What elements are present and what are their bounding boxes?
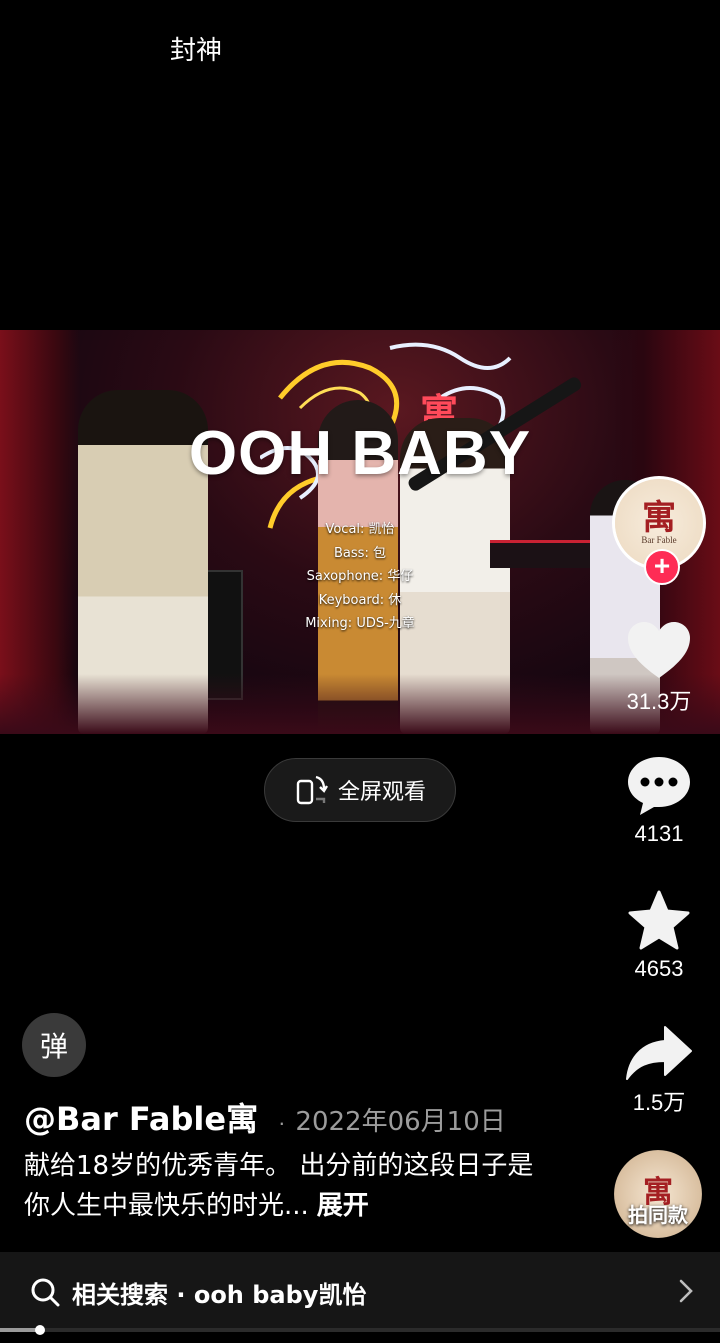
comment-icon <box>628 757 690 815</box>
post-description[interactable]: 献给18岁的优秀青年。 出分前的这段日子是你人生中最快乐的时光... 展开 <box>24 1146 544 1226</box>
post-meta: @Bar Fable寓 · 2022年06月10日 <box>24 1094 506 1140</box>
star-icon <box>628 890 690 950</box>
rotate-screen-icon <box>296 775 328 805</box>
credit-line: Saxophone: 华仔 <box>306 569 414 584</box>
credit-line: Keyboard: 休 <box>318 592 402 608</box>
video-credits: Vocal: 凯怡 Bass: 包 Saxophone: 华仔 Keyboard… <box>290 518 430 636</box>
shoot-same-button[interactable]: 寓 拍同款 <box>614 1150 702 1238</box>
fullscreen-label: 全屏观看 <box>337 780 426 805</box>
post-date: 2022年06月10日 <box>295 1107 506 1137</box>
related-search-label: 相关搜索 · ooh baby凯怡 <box>72 1280 367 1309</box>
playback-progress-bar[interactable] <box>0 1325 720 1335</box>
follow-button[interactable]: + <box>644 549 680 585</box>
related-search-bar[interactable]: 相关搜索 · ooh baby凯怡 <box>0 1252 720 1332</box>
creator-avatar[interactable]: 寓 Bar Fable + <box>612 476 706 585</box>
video-title: OOH BABY <box>188 419 532 488</box>
like-button[interactable]: 31.3万 <box>609 620 709 716</box>
share-icon <box>626 1026 692 1080</box>
expand-link[interactable]: 展开 <box>317 1191 369 1221</box>
search-icon <box>31 1278 60 1307</box>
credit-line: Bass: 包 <box>334 545 386 561</box>
fullscreen-button[interactable]: 全屏观看 <box>264 758 456 822</box>
credit-line: Mixing: UDS-九章 <box>305 616 415 631</box>
like-count: 31.3万 <box>626 689 692 714</box>
avatar-logo-glyph: 寓 <box>642 498 676 538</box>
playback-scrubber[interactable] <box>34 1325 45 1335</box>
favorite-count: 4653 <box>634 956 684 981</box>
comment-button[interactable]: 4131 <box>609 755 709 847</box>
description-text: 献给18岁的优秀青年。 出分前的这段日子是你人生中最快乐的时光... <box>24 1151 534 1221</box>
shoot-same-label: 拍同款 <box>628 1203 688 1227</box>
credit-line: Vocal: 凯怡 <box>325 522 395 537</box>
top-caption: 封神 <box>170 36 223 66</box>
favorite-button[interactable]: 4653 <box>609 890 709 982</box>
meta-separator: · <box>278 1110 286 1135</box>
share-button[interactable]: 1.5万 <box>609 1025 709 1117</box>
heart-icon <box>628 622 690 678</box>
share-count: 1.5万 <box>632 1090 686 1115</box>
avatar-logo-text: Bar Fable <box>641 535 677 545</box>
author-name[interactable]: @Bar Fable寓 <box>24 1094 258 1140</box>
danmu-toggle-button[interactable]: 弹 <box>22 1013 86 1077</box>
comment-count: 4131 <box>634 821 684 846</box>
playback-progress-fill <box>0 1328 40 1332</box>
chevron-right-icon <box>679 1279 693 1303</box>
